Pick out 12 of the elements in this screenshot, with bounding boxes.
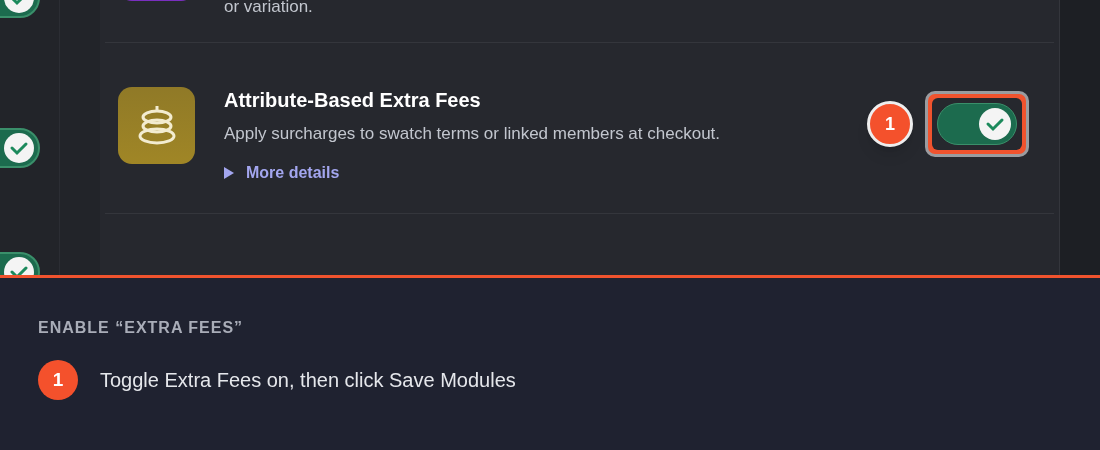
check-icon	[978, 107, 1012, 141]
triangle-icon	[224, 167, 234, 179]
step-badge: 1	[38, 360, 78, 400]
toggle-switch[interactable]	[937, 103, 1017, 145]
module-description: or variation.	[224, 0, 314, 18]
module-description: Apply surcharges to swatch terms or linked members at checkout.	[224, 123, 722, 145]
module-title: Attribute-Based Extra Fees	[224, 88, 482, 113]
check-icon	[3, 132, 35, 164]
more-details-link[interactable]: More details	[224, 161, 340, 185]
step-text: Toggle Extra Fees on, then click Save Modules	[100, 368, 516, 393]
step-badge: 1	[867, 101, 913, 147]
tutorial-heading: ENABLE “EXTRA FEES”	[38, 318, 245, 338]
